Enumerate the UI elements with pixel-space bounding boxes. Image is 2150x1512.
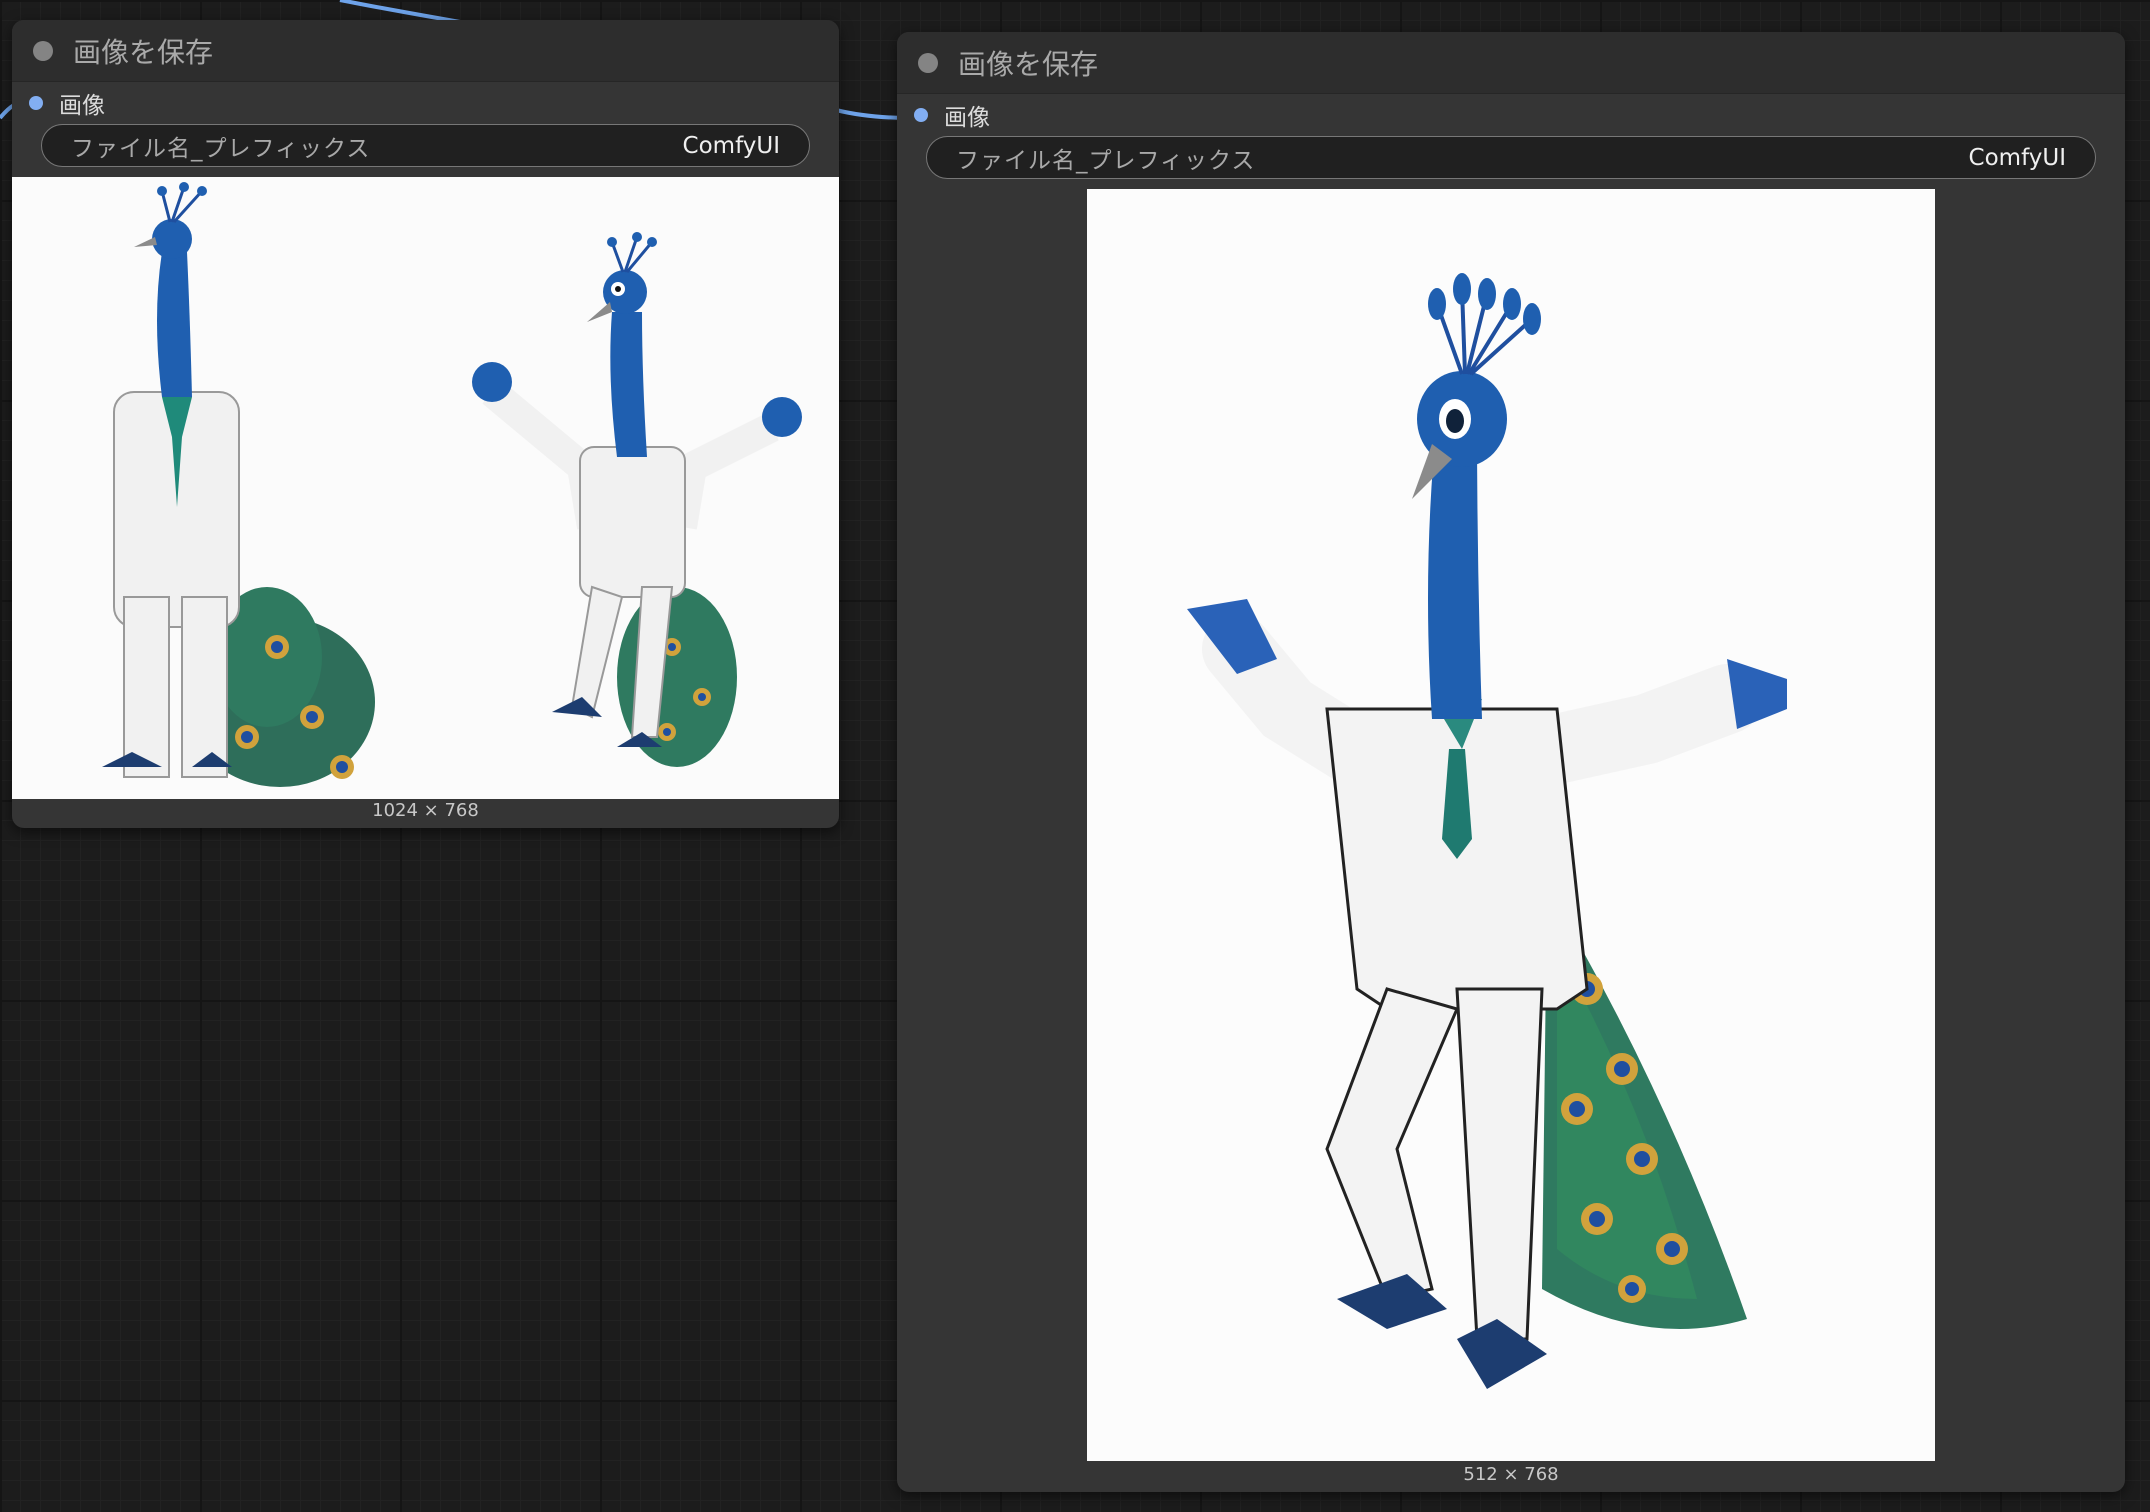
save-image-node[interactable]: 画像を保存 画像 ファイル名_プレフィックス ComfyUI bbox=[897, 32, 2125, 1492]
widget-label: ファイル名_プレフィックス bbox=[956, 147, 1256, 174]
image-link bbox=[339, 0, 461, 24]
input-slot-image[interactable]: 画像 bbox=[897, 94, 2125, 136]
input-slot-label: 画像 bbox=[59, 93, 105, 119]
widget-value: ComfyUI bbox=[1968, 144, 2066, 171]
collapse-toggle[interactable] bbox=[918, 52, 938, 73]
widget-label: ファイル名_プレフィックス bbox=[71, 135, 371, 162]
input-connector-dot[interactable] bbox=[914, 108, 928, 122]
node-header[interactable]: 画像を保存 bbox=[12, 20, 839, 82]
input-slot-label: 画像 bbox=[944, 105, 990, 131]
collapse-toggle[interactable] bbox=[33, 40, 53, 61]
peacock-image bbox=[12, 177, 839, 799]
image-dimensions: 512 × 768 bbox=[1463, 1464, 1559, 1485]
input-connector-dot[interactable] bbox=[29, 96, 43, 110]
widget-value: ComfyUI bbox=[682, 132, 780, 159]
image-dimensions: 1024 × 768 bbox=[372, 800, 479, 821]
node-title: 画像を保存 bbox=[73, 35, 214, 69]
filename-prefix-widget[interactable]: ファイル名_プレフィックス ComfyUI bbox=[41, 124, 810, 167]
image-preview[interactable] bbox=[12, 177, 839, 799]
peacock-image bbox=[1087, 189, 1935, 1461]
node-header[interactable]: 画像を保存 bbox=[897, 32, 2125, 94]
image-preview[interactable] bbox=[1087, 189, 1935, 1461]
node-title: 画像を保存 bbox=[958, 47, 1099, 81]
save-image-node[interactable]: 画像を保存 画像 ファイル名_プレフィックス ComfyUI bbox=[12, 20, 839, 828]
input-slot-image[interactable]: 画像 bbox=[12, 82, 839, 124]
filename-prefix-widget[interactable]: ファイル名_プレフィックス ComfyUI bbox=[926, 136, 2096, 179]
